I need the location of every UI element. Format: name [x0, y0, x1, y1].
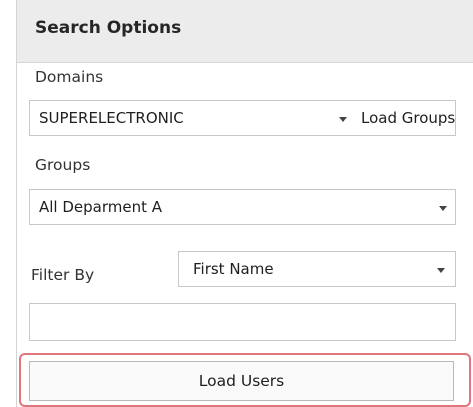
groups-selected-value: All Deparment A	[39, 198, 163, 216]
domains-combo[interactable]: SUPERELECTRONIC Load Groups	[29, 100, 456, 136]
domains-selected-value: SUPERELECTRONIC	[39, 109, 184, 127]
domains-label: Domains	[35, 68, 104, 86]
groups-label: Groups	[35, 156, 91, 174]
filter-text-input[interactable]	[29, 303, 456, 341]
filter-by-label: Filter By	[31, 266, 95, 284]
chevron-down-icon[interactable]	[439, 206, 447, 211]
load-groups-button[interactable]: Load Groups	[361, 109, 455, 127]
search-options-header: Search Options	[17, 0, 473, 63]
filter-by-selected-value: First Name	[193, 260, 274, 278]
search-options-panel: Search Options Domains SUPERELECTRONIC L…	[16, 0, 473, 407]
chevron-down-icon[interactable]	[437, 268, 445, 273]
chevron-down-icon[interactable]	[339, 117, 347, 122]
search-options-title: Search Options	[35, 18, 182, 38]
load-users-button[interactable]: Load Users	[29, 361, 454, 401]
groups-combo[interactable]: All Deparment A	[29, 189, 456, 225]
filter-by-combo[interactable]: First Name	[178, 251, 456, 287]
